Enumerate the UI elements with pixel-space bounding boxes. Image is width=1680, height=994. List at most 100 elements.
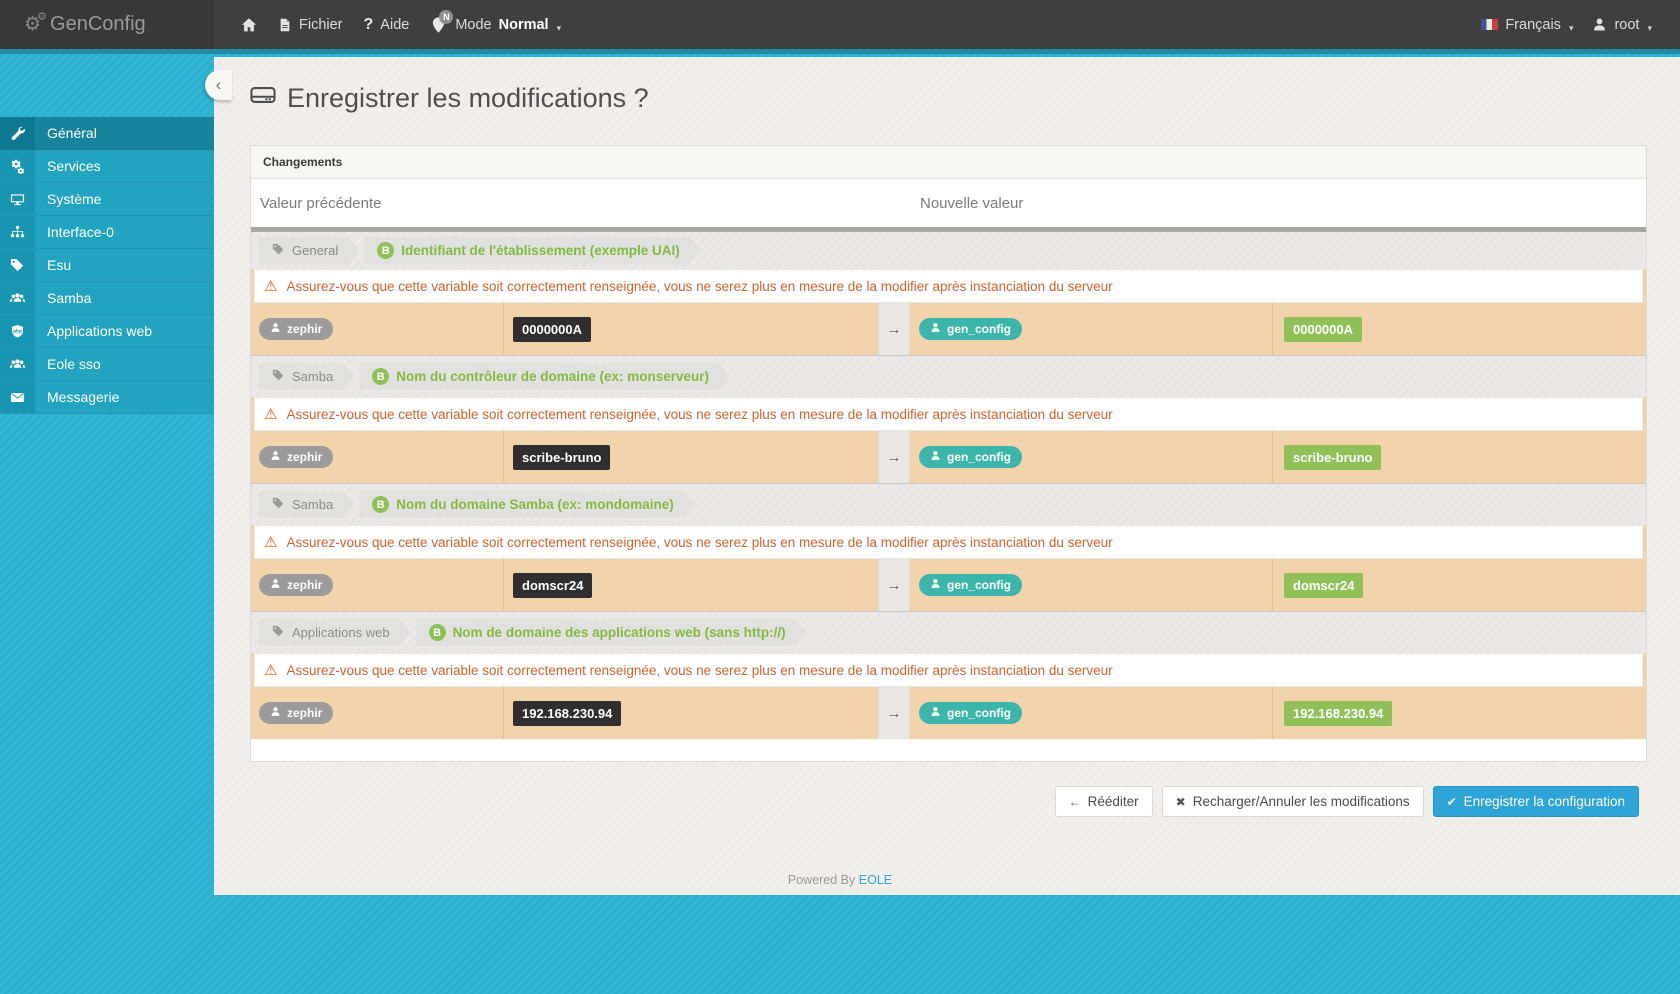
user-icon <box>930 706 941 720</box>
navbar-shadow <box>0 49 1680 54</box>
category-label: Applications web <box>292 625 390 640</box>
save-configuration-button-label: Enregistrer la configuration <box>1463 794 1625 809</box>
sidebar-item-interface-0[interactable]: Interface-0 <box>0 216 214 249</box>
previous-value-header: Valeur précédente <box>260 194 382 212</box>
user-icon <box>930 322 941 336</box>
save-disk-icon <box>250 82 276 115</box>
sidebar-item-label: Eole sso <box>47 356 101 372</box>
sidebar-collapse-button[interactable]: ‹ <box>205 70 232 100</box>
navbar-right: Français ▾ root ▾ <box>1481 17 1680 33</box>
variable-badge: B <box>372 368 389 385</box>
tag-icon <box>0 249 35 281</box>
reload-cancel-button[interactable]: ✖ Recharger/Annuler les modifications <box>1161 786 1424 817</box>
change-row: zephir domscr24 → gen_config domscr24 <box>251 559 1646 611</box>
old-source-label: zephir <box>287 322 323 336</box>
new-value-header: Nouvelle valeur <box>920 194 1024 212</box>
new-value-cell: 0000000A <box>1273 303 1646 355</box>
envelope-icon <box>0 381 35 413</box>
arrow-cell: → <box>878 303 910 355</box>
mode-dropdown[interactable]: N Mode Normal ▾ <box>430 9 561 34</box>
change-group: General B Identifiant de l'établissement… <box>251 227 1646 355</box>
category-tag: Samba <box>259 363 354 390</box>
genconfig-app: ⚙ ⚙ GenConfig Fichier ? Aide N Mode Norm… <box>0 0 1680 994</box>
php-icon: php <box>0 315 35 347</box>
category-label: Samba <box>292 369 334 384</box>
arrow-cell: → <box>878 687 910 739</box>
sidebar: Général Services Système Interface-0 Esu… <box>0 54 214 994</box>
home-button[interactable] <box>241 17 257 33</box>
column-headers: Valeur précédente Nouvelle valeur <box>251 179 1646 227</box>
tag-icon <box>272 243 285 259</box>
user-icon <box>930 450 941 464</box>
sidebar-item-label: Esu <box>47 257 72 273</box>
sidebar-item-samba[interactable]: Samba <box>0 282 214 315</box>
arrow-cell: → <box>878 559 910 611</box>
file-menu[interactable]: Fichier <box>278 17 343 33</box>
category-tag: Samba <box>259 491 354 518</box>
new-source-badge: gen_config <box>919 574 1023 596</box>
help-menu[interactable]: ? Aide <box>364 16 410 34</box>
sidebar-item-services[interactable]: Services <box>0 150 214 183</box>
changes-list: General B Identifiant de l'établissement… <box>251 227 1646 739</box>
new-source-cell: gen_config <box>910 687 1273 739</box>
eole-link[interactable]: EOLE <box>859 873 892 887</box>
warning-text: Assurez-vous que cette variable soit cor… <box>286 278 1113 294</box>
new-value-cell: scribe-bruno <box>1273 431 1646 483</box>
old-value-cell: 0000000A <box>504 303 878 355</box>
variable-badge: B <box>377 242 394 259</box>
sidebar-item-messagerie[interactable]: Messagerie <box>0 381 214 414</box>
new-source-label: gen_config <box>947 322 1012 336</box>
variable-label: Nom du contrôleur de domaine (ex: monser… <box>396 369 710 384</box>
variable-label: Identifiant de l'établissement (exemple … <box>401 243 680 258</box>
old-value-cell: 192.168.230.94 <box>504 687 878 739</box>
arrow-cell: → <box>878 431 910 483</box>
sidebar-item-label: Système <box>47 191 102 207</box>
old-source-label: zephir <box>287 706 323 720</box>
variable-badge: B <box>372 496 389 513</box>
old-value: scribe-bruno <box>513 444 611 470</box>
user-dropdown[interactable]: root ▾ <box>1592 17 1652 33</box>
variable-badge: B <box>429 624 446 641</box>
sidebar-item-label: Général <box>47 125 97 141</box>
variable-tag: B Nom de domaine des applications web (s… <box>416 619 807 646</box>
language-dropdown[interactable]: Français ▾ <box>1481 17 1573 33</box>
sidebar-item-general[interactable]: Général <box>0 117 214 150</box>
main-content: ‹ Enregistrer les modifications ? Change… <box>205 57 1680 895</box>
sidebar-item-eole-sso[interactable]: Eole sso <box>0 348 214 381</box>
new-source-badge: gen_config <box>919 318 1023 340</box>
user-icon <box>930 578 941 592</box>
desktop-icon <box>0 183 35 215</box>
new-source-label: gen_config <box>947 450 1012 464</box>
home-icon <box>241 17 257 33</box>
panel-bottom-spacer <box>251 739 1646 761</box>
old-source-badge: zephir <box>259 446 334 468</box>
sidebar-item-systeme[interactable]: Système <box>0 183 214 216</box>
sidebar-item-applications-web[interactable]: php Applications web <box>0 315 214 348</box>
changes-panel: Changements Valeur précédente Nouvelle v… <box>250 145 1647 762</box>
sidebar-item-label: Services <box>47 158 101 174</box>
save-configuration-button[interactable]: ✔ Enregistrer la configuration <box>1432 786 1639 817</box>
category-label: Samba <box>292 497 334 512</box>
arrow-left-icon: ← <box>1068 794 1081 809</box>
sidebar-menu: Général Services Système Interface-0 Esu… <box>0 117 214 414</box>
x-icon: ✖ <box>1175 794 1186 809</box>
users-icon <box>0 348 35 380</box>
reedit-button[interactable]: ← Rééditer <box>1054 786 1153 817</box>
variable-label: Nom du domaine Samba (ex: mondomaine) <box>396 497 674 512</box>
new-value: 0000000A <box>1284 316 1362 342</box>
user-icon <box>270 578 281 592</box>
help-menu-label: Aide <box>380 16 410 33</box>
old-source-cell: zephir <box>251 431 504 483</box>
category-label: General <box>292 243 339 258</box>
new-value: 192.168.230.94 <box>1284 700 1393 726</box>
question-icon: ? <box>363 15 374 33</box>
warning-text: Assurez-vous que cette variable soit cor… <box>286 662 1113 678</box>
warning-text: Assurez-vous que cette variable soit cor… <box>286 406 1113 422</box>
footer: Powered By EOLE <box>214 873 1466 887</box>
user-icon <box>270 322 281 336</box>
sidebar-item-esu[interactable]: Esu <box>0 249 214 282</box>
category-tag: Applications web <box>259 619 411 646</box>
chevron-down-icon: ▾ <box>1647 23 1652 33</box>
powered-by-text: Powered By <box>787 873 856 887</box>
arrow-right-icon: → <box>886 448 902 466</box>
